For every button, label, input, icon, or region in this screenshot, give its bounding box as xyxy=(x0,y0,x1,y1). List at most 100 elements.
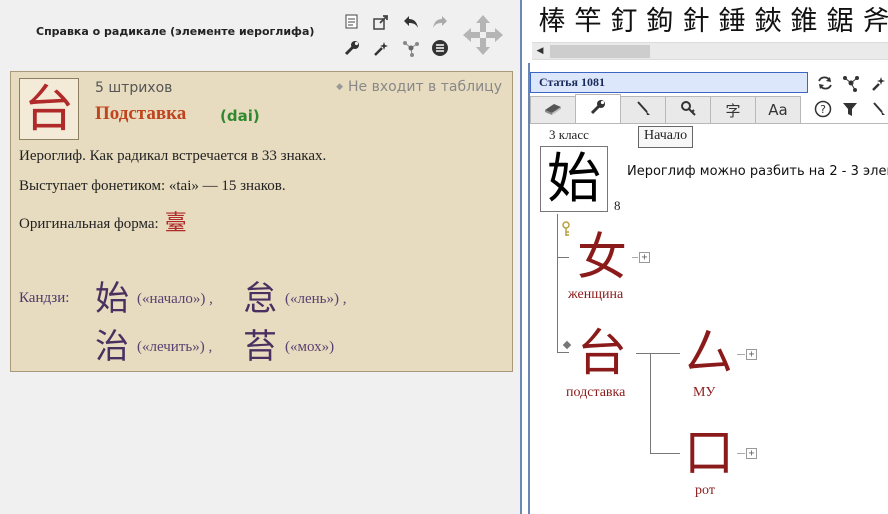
kanji-item[interactable]: 始 («начало») , xyxy=(95,282,213,316)
original-form-row: Оригинальная форма: 臺 xyxy=(19,205,187,237)
kanji-item[interactable]: 怠 («лень») , xyxy=(243,282,347,316)
tree-branch xyxy=(636,353,680,354)
horizontal-scrollbar[interactable]: ◀ xyxy=(532,42,888,60)
font-icon: Aa xyxy=(768,101,788,119)
kanji-char[interactable]: 怠 xyxy=(243,282,277,316)
pane-title: Справка о радикале (элементе иероглифа) xyxy=(36,25,315,38)
strip-kanji[interactable]: 釘 xyxy=(606,6,642,38)
magic-wand-icon[interactable] xyxy=(370,38,392,58)
main-kanji-box: 始 xyxy=(540,146,608,212)
scrollbar-thumb[interactable] xyxy=(550,45,650,58)
component-label: рот xyxy=(695,483,715,498)
tree-branch xyxy=(737,354,745,355)
component-label: МУ xyxy=(693,385,716,400)
radical-char: 台 xyxy=(24,80,74,138)
radical-reading: (dai) xyxy=(220,107,260,125)
wrench-icon[interactable] xyxy=(341,38,363,58)
article-field[interactable]: Статья 1081 xyxy=(530,72,808,93)
pane-divider xyxy=(528,63,530,514)
strip-kanji[interactable]: 鋏 xyxy=(750,6,786,38)
strip-kanji[interactable]: 錐 xyxy=(786,6,822,38)
list-icon[interactable] xyxy=(429,38,451,58)
tab-font[interactable]: Aa xyxy=(755,96,801,124)
article-tabs: 字 Aa xyxy=(530,94,801,124)
kanji-gloss: («начало») , xyxy=(137,290,213,307)
tab-book[interactable] xyxy=(530,96,576,124)
tree-branch xyxy=(650,453,680,454)
forward-icon[interactable] xyxy=(429,12,451,32)
radical-info-pane: Справка о радикале (элементе иероглифа) … xyxy=(0,0,522,514)
component-label: женщина xyxy=(568,287,624,302)
kanji-gloss: («лень») , xyxy=(285,290,347,307)
brush-icon[interactable] xyxy=(866,98,888,120)
kanji-char[interactable]: 治 xyxy=(95,330,129,364)
component-char[interactable]: 女 xyxy=(577,232,627,282)
not-in-table-link[interactable]: ◆ Не входит в таблицу xyxy=(336,79,502,95)
strip-kanji[interactable]: 斧 xyxy=(858,6,888,38)
svg-text:?: ? xyxy=(820,103,826,116)
back-icon[interactable] xyxy=(400,12,422,32)
phonetic-info: Выступает фонетиком: «tai» — 15 знаков. xyxy=(19,178,286,194)
strip-kanji[interactable]: 針 xyxy=(678,6,714,38)
magic-wand-icon[interactable] xyxy=(866,72,888,94)
component-char[interactable]: 台 xyxy=(577,328,627,378)
radical-description: Иероглиф. Как радикал встречается в 33 з… xyxy=(19,148,327,164)
split-info: Иероглиф можно разбить на 2 - 3 элем xyxy=(627,164,888,179)
graph-icon[interactable] xyxy=(400,38,422,58)
kanji-label: Кандзи: xyxy=(19,290,70,306)
kanji-item[interactable]: 治 («лечить») , xyxy=(95,330,212,364)
notes-icon[interactable] xyxy=(341,12,363,32)
not-in-table-label: Не входит в таблицу xyxy=(347,79,502,95)
tree-branch xyxy=(632,257,638,258)
diamond-icon: ◆ xyxy=(336,82,343,92)
component-char[interactable]: 口 xyxy=(684,428,734,478)
key-search-icon xyxy=(679,99,697,121)
kanji-strip: 棒 竿 釘 鉤 針 錘 鋏 錐 鋸 斧 xyxy=(534,6,888,38)
tree-trunk xyxy=(557,214,558,352)
tree-branch xyxy=(557,352,569,353)
main-stroke-count: 8 xyxy=(614,198,621,213)
tree-subtrunk xyxy=(650,353,651,453)
strip-kanji[interactable]: 棒 xyxy=(534,6,570,38)
help-icon[interactable]: ? xyxy=(812,98,834,120)
radical-name: Подставка xyxy=(95,103,187,124)
refresh-icon[interactable] xyxy=(814,72,836,94)
kanji-char[interactable]: 始 xyxy=(95,282,129,316)
kanji-gloss: («мох») xyxy=(285,338,335,355)
key-icon xyxy=(561,221,571,241)
export-icon[interactable] xyxy=(370,12,392,32)
brush-icon xyxy=(634,99,652,121)
tree-branch xyxy=(737,453,745,454)
graph-icon[interactable] xyxy=(840,72,862,94)
original-form-label: Оригинальная форма: xyxy=(19,216,159,232)
tab-key-search[interactable] xyxy=(665,96,711,124)
strip-kanji[interactable]: 錘 xyxy=(714,6,750,38)
strip-kanji[interactable]: 鋸 xyxy=(822,6,858,38)
tabs-divider xyxy=(530,123,888,124)
component-char[interactable]: 厶 xyxy=(684,328,734,378)
grade-label: 3 класс xyxy=(549,127,589,142)
tab-wrench[interactable] xyxy=(575,94,621,124)
original-form-char[interactable]: 臺 xyxy=(165,211,187,236)
wrench-icon xyxy=(589,98,607,120)
component-label: подставка xyxy=(566,385,626,400)
radical-char-box: 台 xyxy=(19,78,79,140)
radical-card: 台 5 штрихов ◆ Не входит в таблицу Подстав… xyxy=(10,71,513,372)
kanji-gloss: («лечить») , xyxy=(137,338,213,355)
kanji-article-pane: 棒 竿 釘 鉤 針 錘 鋏 錐 鋸 斧 ◀ Статья 1081 字 Aa ?… xyxy=(524,0,888,514)
scroll-left-icon[interactable]: ◀ xyxy=(532,43,548,59)
stroke-count: 5 штрихов xyxy=(95,80,173,96)
expand-icon[interactable]: + xyxy=(746,448,757,459)
kanji-item[interactable]: 苔 («мох») xyxy=(243,330,334,364)
expand-icon[interactable]: + xyxy=(746,349,757,360)
tooltip: Начало xyxy=(638,126,694,148)
expand-icon[interactable]: + xyxy=(639,252,650,263)
move-icon[interactable] xyxy=(461,13,505,57)
book-icon xyxy=(543,100,563,120)
tab-brush[interactable] xyxy=(620,96,666,124)
kanji-char[interactable]: 苔 xyxy=(243,330,277,364)
strip-kanji[interactable]: 竿 xyxy=(570,6,606,38)
strip-kanji[interactable]: 鉤 xyxy=(642,6,678,38)
tab-character[interactable]: 字 xyxy=(710,96,756,124)
filter-icon[interactable] xyxy=(839,98,861,120)
